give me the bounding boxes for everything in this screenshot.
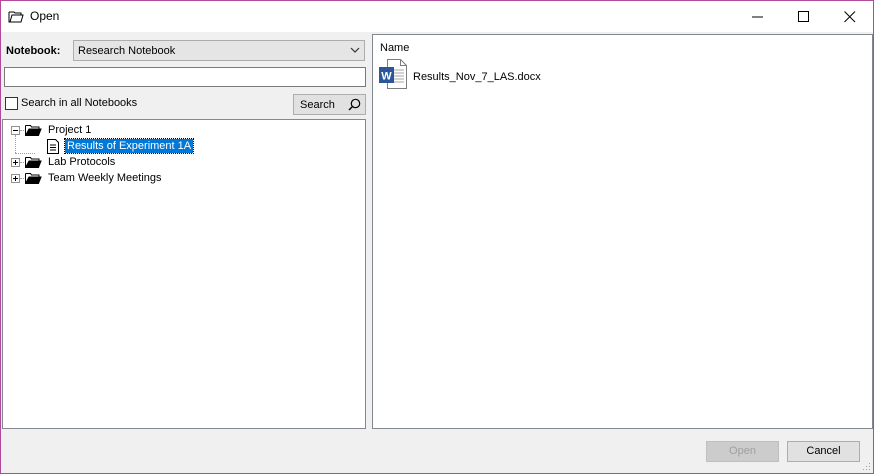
column-header-name[interactable]: Name [380, 42, 409, 54]
tree-connector [20, 178, 24, 179]
chevron-down-icon [350, 47, 360, 53]
minimize-button[interactable] [735, 1, 781, 32]
folder-icon [25, 173, 42, 184]
tree-item-label: Results of Experiment 1A [63, 138, 195, 154]
search-all-notebooks-label[interactable]: Search in all Notebooks [21, 97, 137, 109]
maximize-button[interactable] [781, 1, 827, 32]
tree-item-lab-protocols[interactable]: Lab Protocols [3, 155, 363, 171]
search-button[interactable]: Search [293, 94, 366, 115]
collapse-icon[interactable] [11, 126, 20, 135]
close-icon [844, 11, 856, 23]
tree-item-label: Project 1 [48, 124, 92, 136]
notebook-selected-value: Research Notebook [78, 45, 176, 57]
open-button[interactable]: Open [706, 441, 779, 462]
file-item[interactable]: W Results_Nov_7_LAS.docx [379, 59, 579, 91]
minimize-icon [752, 16, 763, 18]
tree-item-label: Team Weekly Meetings [48, 172, 162, 184]
file-list: Name W Results_Nov_7_LAS.docx [372, 34, 873, 429]
open-dialog: Open Notebook: Research Notebook Search … [0, 0, 874, 474]
search-all-notebooks-checkbox[interactable] [5, 97, 18, 110]
file-name: Results_Nov_7_LAS.docx [413, 71, 541, 83]
maximize-icon [798, 11, 809, 22]
cancel-button[interactable]: Cancel [787, 441, 860, 462]
tree-item-label: Lab Protocols [48, 156, 116, 168]
notebook-label: Notebook: [6, 45, 61, 57]
search-input[interactable] [4, 67, 366, 87]
resize-grip-icon[interactable] [861, 461, 871, 471]
tree-connector [20, 162, 24, 163]
svg-text:W: W [381, 71, 392, 83]
tree-connector [20, 130, 24, 131]
word-document-icon: W [379, 59, 407, 89]
expand-icon[interactable] [11, 174, 20, 183]
folder-open-icon [8, 11, 24, 23]
expand-icon[interactable] [11, 158, 20, 167]
tree-item-team-weekly-meetings[interactable]: Team Weekly Meetings [3, 171, 363, 187]
tree-item-results-of-experiment-1a[interactable]: Results of Experiment 1A [3, 138, 363, 155]
title-bar: Open [1, 1, 873, 32]
folder-icon [25, 157, 42, 168]
window-title: Open [30, 9, 60, 23]
search-button-label: Search [300, 99, 335, 111]
folder-open-icon [25, 125, 42, 136]
notebook-tree: Project 1 Results of Experiment 1A Lab P… [2, 119, 366, 429]
search-icon [348, 98, 361, 111]
close-button[interactable] [827, 1, 873, 32]
tree-item-project-1[interactable]: Project 1 [3, 123, 363, 139]
notebook-dropdown[interactable]: Research Notebook [73, 40, 365, 61]
page-icon [47, 139, 59, 154]
